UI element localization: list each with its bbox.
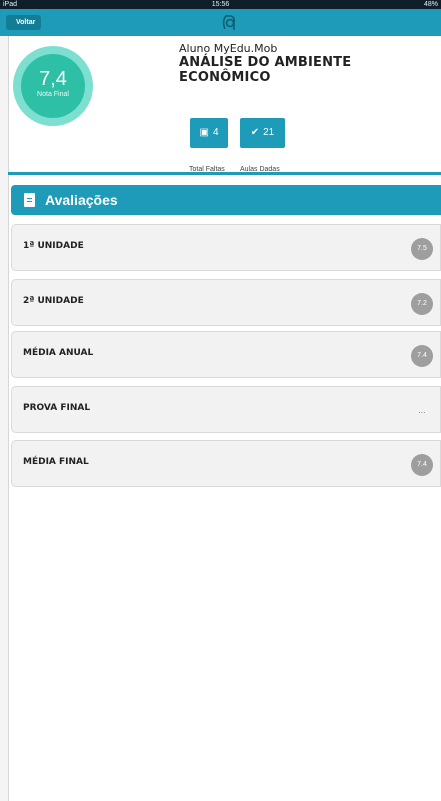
course-title: ANÁLISE DO AMBIENTE ECONÔMICO: [179, 55, 352, 85]
row-label: PROVA FINAL: [23, 403, 91, 413]
grade-row-annual-average[interactable]: MÉDIA ANUAL 7.4: [11, 331, 441, 378]
student-name: Aluno MyEdu.Mob: [179, 42, 278, 55]
evaluations-title: Avaliações: [45, 192, 118, 208]
nav-bar: Voltar: [0, 9, 441, 36]
row-label: MÉDIA ANUAL: [23, 348, 94, 358]
final-grade-label: Nota Final: [37, 91, 69, 98]
battery-label: 48%: [423, 1, 438, 8]
checkmark-icon: ✔: [250, 127, 260, 138]
grade-row-final-average[interactable]: MÉDIA FINAL 7.4: [11, 440, 441, 487]
absences-value: 4: [212, 127, 219, 138]
final-grade-value: 7,4: [39, 68, 67, 90]
grade-badge: ...: [418, 405, 426, 415]
evaluations-header: Avaliações: [11, 185, 441, 215]
classes-box: ✔ 21: [240, 118, 285, 148]
document-icon: [24, 193, 35, 207]
calendar-icon: ▣: [199, 127, 209, 138]
row-label: 2ª UNIDADE: [23, 296, 84, 306]
final-grade-circle: 7,4 Nota Final: [13, 46, 93, 126]
grade-row-unit-1[interactable]: 1ª UNIDADE 7.5: [11, 224, 441, 271]
myedu-logo-icon: [222, 15, 236, 30]
back-button[interactable]: Voltar: [6, 15, 42, 30]
status-bar: iPad 15:56 48%: [0, 0, 441, 9]
grade-row-unit-2[interactable]: 2ª UNIDADE 7.2: [11, 279, 441, 326]
row-label: 1ª UNIDADE: [23, 241, 84, 251]
absences-box: ▣ 4: [190, 118, 228, 148]
grade-badge: 7.4: [411, 454, 433, 476]
grade-badge: 7.5: [411, 238, 433, 260]
grade-row-final-exam[interactable]: PROVA FINAL ...: [11, 386, 441, 433]
grade-badge: 7.2: [411, 293, 433, 315]
row-label: MÉDIA FINAL: [23, 457, 89, 467]
divider: [8, 172, 441, 175]
clock-label: 15:56: [211, 1, 230, 8]
grade-badge: 7.4: [411, 345, 433, 367]
classes-value: 21: [263, 127, 275, 138]
